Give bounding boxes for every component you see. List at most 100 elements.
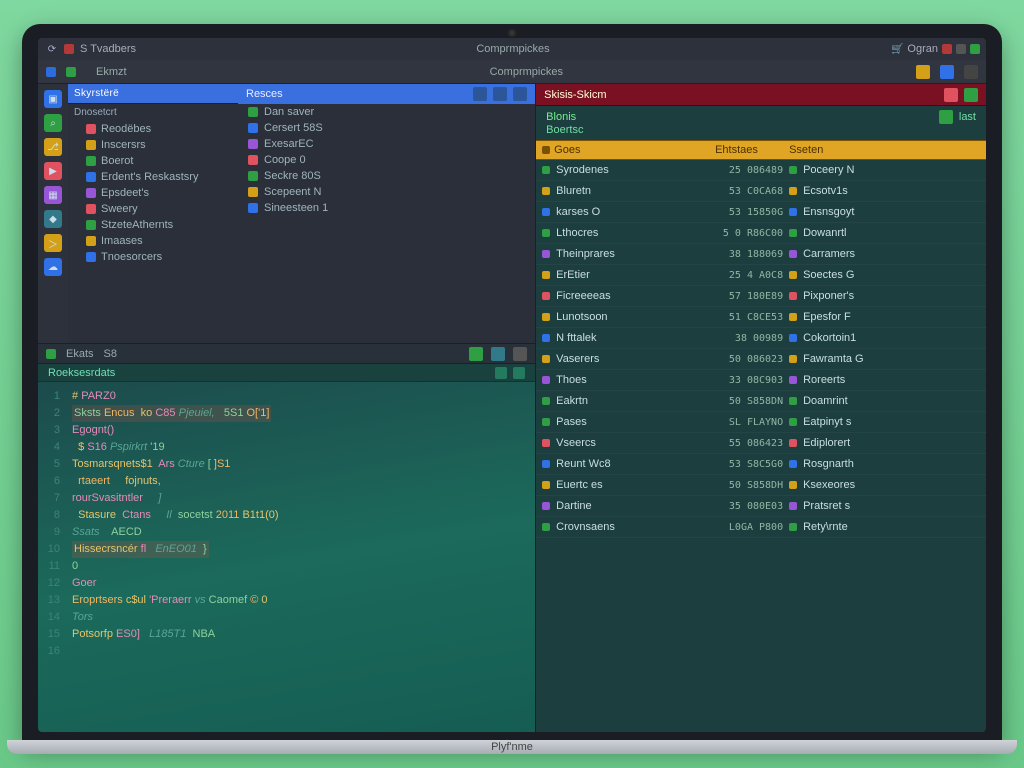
- property-row[interactable]: Vaserers50 086023Fawramta G: [536, 349, 986, 370]
- code-line[interactable]: Potsorfp ES0] L185T1 NBA: [72, 626, 529, 643]
- file-icon: [86, 172, 96, 182]
- property-row[interactable]: Syrodenes25 086489Poceery N: [536, 160, 986, 181]
- property-row[interactable]: Euertc es50 S858DHKsexeores: [536, 475, 986, 496]
- refresh-icon[interactable]: ⟳: [46, 43, 58, 55]
- module-item[interactable]: Coope 0: [238, 152, 535, 168]
- tab-center[interactable]: Comprmpickes: [480, 63, 573, 81]
- property-row[interactable]: N fttalek38 00989Cokortoin1: [536, 328, 986, 349]
- activity-ext-icon[interactable]: ▦: [44, 186, 62, 204]
- property-row[interactable]: Reunt Wc853 S8C5G0Rosgnarth: [536, 454, 986, 475]
- module-item[interactable]: Seckre 80S: [238, 168, 535, 184]
- tag-dot-icon: [789, 418, 797, 426]
- code-line[interactable]: $ S16 Pspirkrt '19: [72, 439, 529, 456]
- property-row[interactable]: Lthocres5 0 R86C00Dowanrtl: [536, 223, 986, 244]
- tabstrip-app-icon[interactable]: [46, 67, 56, 77]
- maximize-icon[interactable]: [956, 44, 966, 54]
- tabstrip-info-icon[interactable]: [940, 65, 954, 79]
- cart-icon[interactable]: 🛒: [891, 43, 903, 55]
- activity-cloud-icon[interactable]: ☁: [44, 258, 62, 276]
- code-line[interactable]: # PARZ0: [72, 388, 529, 405]
- property-row[interactable]: Eakrtn50 S858DNDoamrint: [536, 391, 986, 412]
- module-item[interactable]: Dan saver: [238, 104, 535, 120]
- module-icon: [248, 203, 258, 213]
- code-line[interactable]: Sksts Encus ko C85 Pjeuiel, 5S1 O['1]: [72, 405, 529, 422]
- code-line[interactable]: 0: [72, 558, 529, 575]
- property-row[interactable]: PasesSL FLAYNOEatpinyt s: [536, 412, 986, 433]
- module-item[interactable]: ExesarEC: [238, 136, 535, 152]
- property-row[interactable]: Bluretn53 C0CA68Ecsotv1s: [536, 181, 986, 202]
- tree-item[interactable]: Sweery: [68, 201, 238, 217]
- row-dot-icon: [542, 418, 550, 426]
- tree-item[interactable]: Boerot: [68, 153, 238, 169]
- code-line[interactable]: Tors: [72, 609, 529, 626]
- code-line[interactable]: Hissecrsncér fl EnEO01 }: [72, 541, 529, 558]
- tabstrip-menu-icon[interactable]: [964, 65, 978, 79]
- code-line[interactable]: rtaeert fojnuts,: [72, 473, 529, 490]
- module-icon: [248, 171, 258, 181]
- code-line[interactable]: Egognt(): [72, 422, 529, 439]
- file-icon: [86, 204, 96, 214]
- colhdr-value[interactable]: Ehtstaes: [715, 144, 789, 156]
- colhdr-name[interactable]: Goes: [542, 144, 715, 156]
- tab-left[interactable]: Ekmzt: [86, 63, 137, 81]
- editor-tabstrip: Ekats S8: [38, 344, 535, 364]
- prop-pin-icon[interactable]: [944, 88, 958, 102]
- modules-header-label: Resces: [246, 88, 283, 100]
- activity-db-icon[interactable]: ◆: [44, 210, 62, 228]
- tree-item[interactable]: Imaases: [68, 233, 238, 249]
- module-item[interactable]: Scepeent N: [238, 184, 535, 200]
- code-line[interactable]: Eroprtsers c$ul 'Preraerr vs Caomef © 0: [72, 592, 529, 609]
- editor-minus-icon[interactable]: [495, 367, 507, 379]
- line-gutter: 12345678910111213141516: [38, 388, 66, 660]
- modules-more-icon[interactable]: [513, 87, 527, 101]
- editor-more-icon[interactable]: [513, 347, 527, 361]
- property-row[interactable]: Vseercs55 086423Ediplorert: [536, 433, 986, 454]
- tree-section-label[interactable]: Dnosetcrt: [68, 104, 238, 121]
- code-line[interactable]: Tosmarsqnets$1 Ars Cture [ ]S1: [72, 456, 529, 473]
- properties-headers: Blonis last Boertsc: [536, 106, 986, 140]
- tree-item[interactable]: Reodëbes: [68, 121, 238, 137]
- property-row[interactable]: ErEtier25 4 A0C8Soectes G: [536, 265, 986, 286]
- activity-files-icon[interactable]: ▣: [44, 90, 62, 108]
- editor-split-icon[interactable]: [491, 347, 505, 361]
- editor-expand-icon[interactable]: [513, 367, 525, 379]
- editor-tab-b[interactable]: S8: [104, 348, 117, 360]
- module-item[interactable]: Sineesteen 1: [238, 200, 535, 216]
- property-row[interactable]: Thoes33 08C903Roreerts: [536, 370, 986, 391]
- colhdr-tag[interactable]: Sseten: [789, 144, 962, 156]
- property-row[interactable]: Lunotsoon51 C8CE53Epesfor F: [536, 307, 986, 328]
- code-line[interactable]: Stasure Ctans Il socetst 2011 B1t1(0): [72, 507, 529, 524]
- file-icon: [86, 156, 96, 166]
- minimize-icon[interactable]: [970, 44, 980, 54]
- editor-tab-a[interactable]: Ekats: [66, 348, 94, 360]
- property-row[interactable]: Dartine35 080E03Pratsret s: [536, 496, 986, 517]
- prop-close-icon[interactable]: [964, 88, 978, 102]
- activity-git-icon[interactable]: ⎇: [44, 138, 62, 156]
- property-row[interactable]: Theinprares38 188069Carramers: [536, 244, 986, 265]
- laptop-base: Plyf'nme: [7, 740, 1017, 754]
- tree-header[interactable]: Skyrstërë: [68, 84, 238, 104]
- tabstrip-warn-icon[interactable]: [916, 65, 930, 79]
- modules-collapse-icon[interactable]: [493, 87, 507, 101]
- tree-item[interactable]: Inscersrs: [68, 137, 238, 153]
- activity-term-icon[interactable]: ＞: [44, 234, 62, 252]
- activity-debug-icon[interactable]: ▶: [44, 162, 62, 180]
- activity-search-icon[interactable]: ⌕: [44, 114, 62, 132]
- tree-item[interactable]: Erdent's Reskastsry: [68, 169, 238, 185]
- module-item[interactable]: Cersert 58S: [238, 120, 535, 136]
- code-line[interactable]: Ssats AECD: [72, 524, 529, 541]
- editor-run-icon[interactable]: [469, 347, 483, 361]
- code-line[interactable]: Goer: [72, 575, 529, 592]
- modules-refresh-icon[interactable]: [473, 87, 487, 101]
- property-row[interactable]: karses O53 15850GEnsnsgoyt: [536, 202, 986, 223]
- module-icon: [248, 107, 258, 117]
- tree-item[interactable]: Tnoesorcers: [68, 249, 238, 265]
- code-area[interactable]: 12345678910111213141516 # PARZ0Sksts Enc…: [38, 382, 535, 732]
- close-icon[interactable]: [942, 44, 952, 54]
- code-line[interactable]: rourSvasitntler ]: [72, 490, 529, 507]
- property-row[interactable]: CrovnsaensL0GA P800Rety\rnte: [536, 517, 986, 538]
- tree-item[interactable]: Epsdeet's: [68, 185, 238, 201]
- tree-item[interactable]: StzeteAthernts: [68, 217, 238, 233]
- row-dot-icon: [542, 460, 550, 468]
- property-row[interactable]: Ficreeeeas57 180E89Pixponer's: [536, 286, 986, 307]
